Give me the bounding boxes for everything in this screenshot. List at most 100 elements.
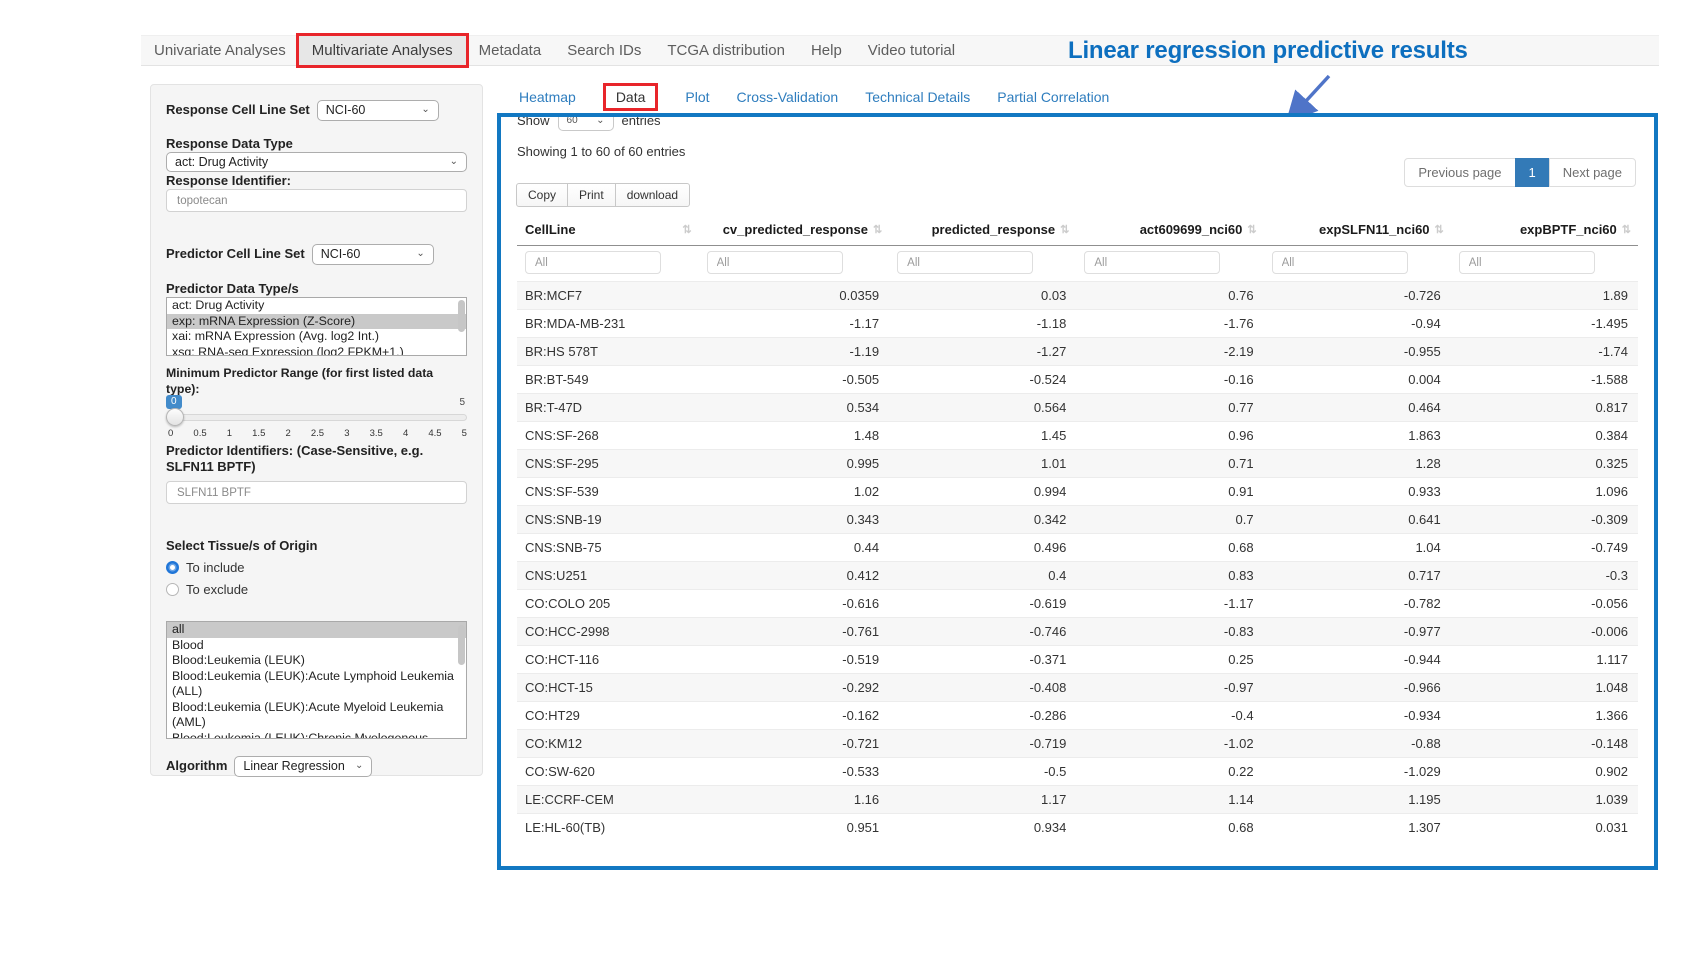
response-identifier-label: Response Identifier:	[166, 173, 467, 189]
nav-item-search-ids[interactable]: Search IDs	[554, 36, 654, 65]
nav-item-video-tutorial[interactable]: Video tutorial	[855, 36, 968, 65]
cell-value: -0.88	[1264, 730, 1451, 758]
filter-input-expbptf-nci60[interactable]	[1459, 251, 1595, 274]
algorithm-select[interactable]: Linear Regression ⌄	[234, 756, 372, 777]
cell-value: 0.83	[1076, 562, 1263, 590]
nav-item-metadata[interactable]: Metadata	[466, 36, 555, 65]
cell-value: -0.966	[1264, 674, 1451, 702]
option-all[interactable]: all	[167, 622, 466, 638]
tab-cross-validation[interactable]: Cross-Validation	[737, 89, 839, 105]
tab-partial-correlation[interactable]: Partial Correlation	[997, 89, 1109, 105]
cell-value: -0.286	[889, 702, 1076, 730]
to-exclude-label: To exclude	[186, 582, 248, 597]
response-cell-line-set-select[interactable]: NCI-60 ⌄	[317, 100, 439, 121]
slider-track[interactable]	[166, 414, 467, 421]
cell-cellline: CO:COLO 205	[517, 590, 699, 618]
results-panel: Show 60 ⌄ entries Showing 1 to 60 of 60 …	[497, 113, 1658, 870]
predictor-data-types-label: Predictor Data Type/s	[166, 281, 467, 297]
tab-technical-details[interactable]: Technical Details	[865, 89, 970, 105]
scrollbar-thumb[interactable]	[458, 300, 465, 332]
column-header-expbptf-nci60[interactable]: expBPTF_nci60⇅	[1451, 216, 1638, 246]
sort-icon: ⇅	[1435, 223, 1443, 236]
to-include-radio[interactable]	[166, 561, 179, 574]
page-1-button[interactable]: 1	[1515, 158, 1550, 187]
slider-tick-2: 2	[285, 428, 290, 439]
nav-item-multivariate-analyses[interactable]: Multivariate Analyses	[299, 36, 466, 65]
option-blood[interactable]: Blood	[167, 638, 466, 654]
slider-tick-1-5: 1.5	[252, 428, 265, 439]
column-header-cv-predicted-response[interactable]: cv_predicted_response⇅	[699, 216, 890, 246]
cell-value: -0.5	[889, 758, 1076, 786]
cell-value: 1.117	[1451, 646, 1638, 674]
table-row: BR:HS 578T-1.19-1.27-2.19-0.955-1.74	[517, 338, 1638, 366]
next-page-button[interactable]: Next page	[1549, 158, 1636, 187]
cell-value: -0.4	[1076, 702, 1263, 730]
predictor-data-type-list[interactable]: act: Drug Activityexp: mRNA Expression (…	[166, 297, 467, 356]
column-label-expbptf-nci60: expBPTF_nci60	[1520, 222, 1617, 237]
download-button[interactable]: download	[615, 183, 690, 207]
filter-input-cv-predicted-response[interactable]	[707, 251, 843, 274]
option-blood-leukemia-leuk[interactable]: Blood:Leukemia (LEUK)	[167, 653, 466, 669]
table-row: CNS:SNB-190.3430.3420.70.641-0.309	[517, 506, 1638, 534]
sort-icon: ⇅	[1060, 223, 1068, 236]
nav-item-help[interactable]: Help	[798, 36, 855, 65]
pagination: Previous page 1 Next page	[1405, 158, 1636, 187]
column-header-act609699-nci60[interactable]: act609699_nci60⇅	[1076, 216, 1263, 246]
response-data-type-label: Response Data Type	[166, 136, 467, 152]
cell-value: -0.505	[699, 366, 890, 394]
nav-item-univariate-analyses[interactable]: Univariate Analyses	[141, 36, 299, 65]
cell-value: 1.863	[1264, 422, 1451, 450]
filter-input-predicted-response[interactable]	[897, 251, 1033, 274]
column-header-predicted-response[interactable]: predicted_response⇅	[889, 216, 1076, 246]
filter-input-cellline[interactable]	[525, 251, 661, 274]
sort-icon: ⇅	[873, 223, 881, 236]
tissue-origin-list[interactable]: allBloodBlood:Leukemia (LEUK)Blood:Leuke…	[166, 621, 467, 739]
slider-tick-4-5: 4.5	[428, 428, 441, 439]
cell-value: -1.029	[1264, 758, 1451, 786]
cell-value: 0.44	[699, 534, 890, 562]
response-data-type-select[interactable]: act: Drug Activity ⌄	[166, 152, 467, 172]
previous-page-button[interactable]: Previous page	[1404, 158, 1515, 187]
filter-input-act609699-nci60[interactable]	[1084, 251, 1220, 274]
slider-handle[interactable]	[166, 408, 184, 426]
tab-plot[interactable]: Plot	[685, 89, 709, 105]
min-predictor-range-slider[interactable]: 0 5 00.511.522.533.544.55	[166, 395, 467, 441]
to-exclude-radio[interactable]	[166, 583, 179, 596]
response-identifier-input[interactable]	[166, 189, 467, 212]
tab-data[interactable]: Data	[606, 86, 656, 108]
cell-value: -0.749	[1451, 534, 1638, 562]
column-header-cellline[interactable]: CellLine⇅	[517, 216, 699, 246]
option-blood-leukemia-leuk-acute-myeloid-leukemia-aml[interactable]: Blood:Leukemia (LEUK):Acute Myeloid Leuk…	[167, 700, 466, 731]
export-buttons: CopyPrintdownload	[517, 183, 690, 207]
cell-value: 1.17	[889, 786, 1076, 814]
option-xsq-rna-seq-expression-log2-fpkm-1[interactable]: xsq: RNA-seq Expression (log2 FPKM+1.)	[167, 345, 466, 357]
cell-value: 0.7	[1076, 506, 1263, 534]
table-row: CO:COLO 205-0.616-0.619-1.17-0.782-0.056	[517, 590, 1638, 618]
cell-cellline: BR:HS 578T	[517, 338, 699, 366]
scrollbar-thumb[interactable]	[458, 625, 465, 665]
cell-value: -0.371	[889, 646, 1076, 674]
option-exp-mrna-expression-z-score[interactable]: exp: mRNA Expression (Z-Score)	[167, 314, 466, 330]
cell-value: 1.096	[1451, 478, 1638, 506]
predictor-cell-line-set-select[interactable]: NCI-60 ⌄	[312, 244, 434, 265]
option-xai-mrna-expression-avg-log2-int[interactable]: xai: mRNA Expression (Avg. log2 Int.)	[167, 329, 466, 345]
option-blood-leukemia-leuk-chronic-myelogenous-leukemia-cml[interactable]: Blood:Leukemia (LEUK):Chronic Myelogenou…	[167, 731, 466, 740]
cell-cellline: BR:MDA-MB-231	[517, 310, 699, 338]
cell-value: -0.94	[1264, 310, 1451, 338]
predictor-identifiers-input[interactable]	[166, 481, 467, 504]
nav-item-tcga-distribution[interactable]: TCGA distribution	[654, 36, 798, 65]
cell-value: -2.19	[1076, 338, 1263, 366]
chevron-down-icon: ⌄	[416, 249, 424, 259]
copy-button[interactable]: Copy	[516, 183, 568, 207]
column-header-expslfn11-nci60[interactable]: expSLFN11_nci60⇅	[1264, 216, 1451, 246]
option-blood-leukemia-leuk-acute-lymphoid-leukemia-all[interactable]: Blood:Leukemia (LEUK):Acute Lymphoid Leu…	[167, 669, 466, 700]
tab-heatmap[interactable]: Heatmap	[519, 89, 576, 105]
annotation-title: Linear regression predictive results	[1068, 37, 1468, 65]
show-entries-select[interactable]: 60 ⌄	[558, 113, 614, 131]
table-row: CNS:SF-5391.020.9940.910.9331.096	[517, 478, 1638, 506]
print-button[interactable]: Print	[567, 183, 616, 207]
cell-cellline: CNS:SNB-75	[517, 534, 699, 562]
table-row: BR:MCF70.03590.030.76-0.7261.89	[517, 282, 1638, 310]
option-act-drug-activity[interactable]: act: Drug Activity	[167, 298, 466, 314]
filter-input-expslfn11-nci60[interactable]	[1272, 251, 1408, 274]
